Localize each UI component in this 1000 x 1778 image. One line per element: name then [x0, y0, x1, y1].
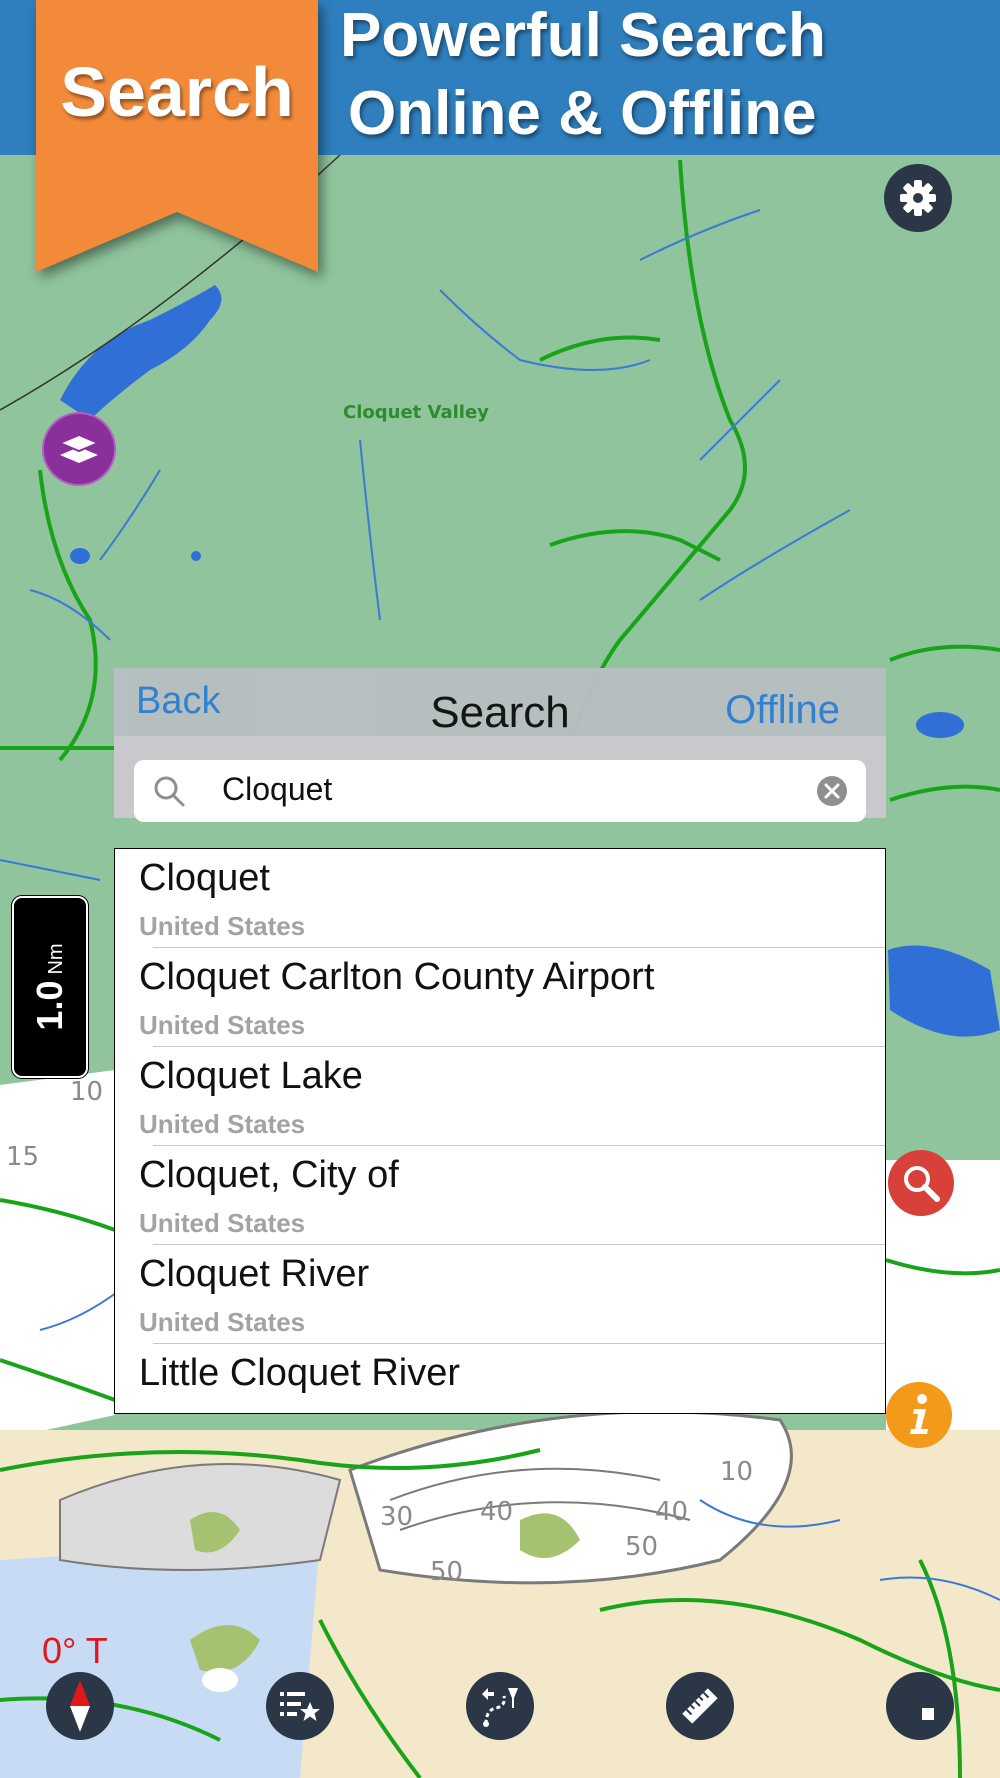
- info-button[interactable]: [886, 1382, 952, 1448]
- scale-unit: Nm: [45, 943, 67, 975]
- depth-label: 50: [625, 1532, 658, 1562]
- result-name: Little Cloquet River: [139, 1352, 461, 1394]
- list-item[interactable]: Cloquet River United States: [115, 1245, 885, 1344]
- compass-icon: [70, 1680, 90, 1732]
- map-search-button[interactable]: [888, 1150, 954, 1216]
- depth-label: 30: [380, 1502, 413, 1532]
- heading-readout: 0° T: [42, 1630, 108, 1671]
- depth-label: 40: [480, 1497, 513, 1527]
- result-country: United States: [139, 1010, 306, 1040]
- gear-icon: [900, 180, 936, 216]
- ruler-icon: [682, 1688, 718, 1724]
- depth-label: 10: [70, 1077, 103, 1107]
- route-icon: [482, 1688, 518, 1727]
- result-name: Cloquet Carlton County Airport: [139, 956, 655, 998]
- list-item[interactable]: Cloquet United States: [115, 849, 885, 948]
- route-button[interactable]: [466, 1672, 534, 1740]
- favorites-button[interactable]: [266, 1672, 334, 1740]
- scale-indicator: 1.0 Nm: [12, 896, 88, 1078]
- result-name: Cloquet River: [139, 1253, 370, 1295]
- clear-icon[interactable]: [816, 775, 848, 807]
- result-country: United States: [139, 1307, 306, 1337]
- result-name: Cloquet: [139, 857, 270, 899]
- map-place-label: Cloquet Valley: [343, 402, 489, 423]
- search-query[interactable]: Cloquet: [222, 771, 332, 808]
- depth-label: 10: [720, 1457, 753, 1487]
- result-country: United States: [139, 911, 306, 941]
- search-icon: [154, 776, 185, 807]
- stop-icon: [922, 1708, 934, 1720]
- layers-button[interactable]: [44, 414, 114, 484]
- depth-label: 40: [655, 1497, 688, 1527]
- magnifier-icon: [904, 1166, 940, 1202]
- results-list: Cloquet United States Cloquet Carlton Co…: [114, 848, 886, 1414]
- info-icon: [910, 1394, 928, 1434]
- depth-label: 15: [6, 1142, 39, 1172]
- headline-line-1: Powerful Search: [340, 1, 826, 70]
- ribbon-label: Search: [60, 53, 294, 131]
- search-ribbon: [36, 0, 318, 272]
- back-button[interactable]: Back: [136, 680, 220, 723]
- result-name: Cloquet Lake: [139, 1055, 363, 1097]
- settings-button[interactable]: [884, 164, 952, 232]
- list-item[interactable]: Cloquet Carlton County Airport United St…: [115, 948, 885, 1047]
- headline-line-2: Online & Offline: [348, 79, 817, 148]
- depth-label: 50: [430, 1557, 463, 1587]
- list-item[interactable]: Cloquet, City of United States: [115, 1146, 885, 1245]
- result-name: Cloquet, City of: [139, 1154, 399, 1196]
- offline-button[interactable]: Offline: [725, 688, 840, 733]
- layers-icon: [58, 433, 100, 463]
- list-item[interactable]: Cloquet Lake United States: [115, 1047, 885, 1146]
- ruler-button[interactable]: [666, 1672, 734, 1740]
- search-header: Search Back Offline: [114, 668, 886, 737]
- result-country: United States: [139, 1208, 306, 1238]
- track-button[interactable]: [886, 1672, 954, 1740]
- list-item[interactable]: Little Cloquet River: [115, 1344, 885, 1413]
- search-input[interactable]: Cloquet: [134, 760, 866, 822]
- result-country: United States: [139, 1109, 306, 1139]
- compass-button[interactable]: [46, 1672, 114, 1740]
- favorites-list-icon: [280, 1692, 320, 1721]
- search-panel: Search Back Offline Cloquet Cloquet Unit…: [114, 668, 886, 1414]
- scale-value: 1.0: [29, 980, 70, 1031]
